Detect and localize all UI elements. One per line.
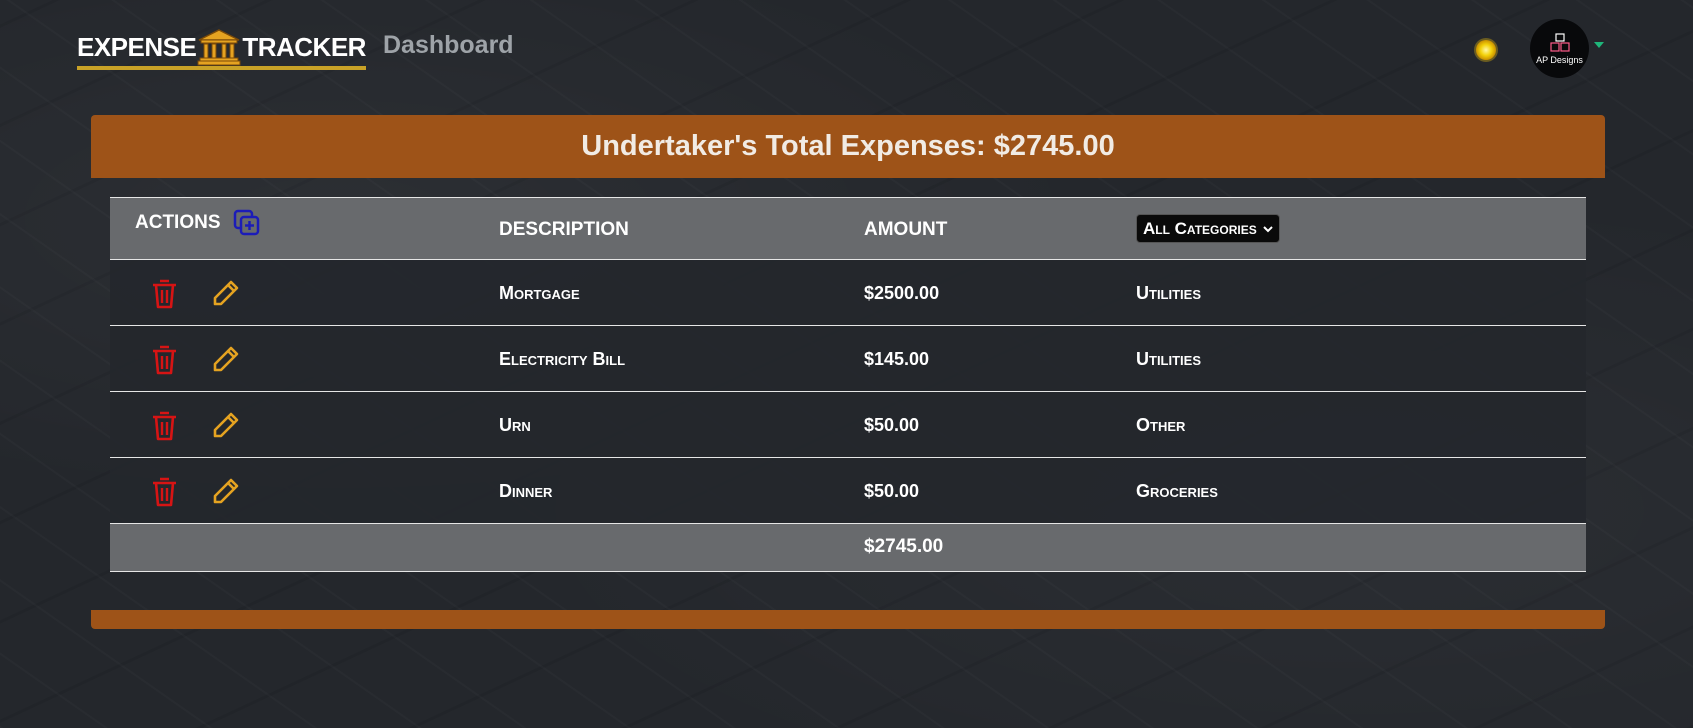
chevron-down-icon[interactable] <box>1594 42 1604 48</box>
logo[interactable]: EXPENSE TRACKER <box>77 28 366 70</box>
row-description: Electricity Bill <box>499 349 626 369</box>
row-category: Other <box>1136 415 1186 435</box>
avatar-label: AP Designs <box>1536 54 1583 65</box>
actions-header: ACTIONS <box>110 209 499 243</box>
table-footer-row: $2745.00 <box>110 523 1586 572</box>
table-row: Dinner $50.00 Groceries <box>110 457 1586 523</box>
row-amount: $50.00 <box>864 481 920 501</box>
category-filter-select[interactable]: All Categories <box>1136 214 1280 243</box>
row-description: Dinner <box>499 481 553 501</box>
trash-icon[interactable] <box>150 344 179 376</box>
add-icon[interactable] <box>233 209 261 237</box>
avatar[interactable]: AP Designs <box>1530 19 1589 78</box>
pencil-icon[interactable] <box>211 278 240 310</box>
amount-header: AMOUNT <box>864 218 948 240</box>
table-row: Electricity Bill $145.00 Utilities <box>110 325 1586 391</box>
pencil-icon[interactable] <box>211 344 240 376</box>
table-header-row: ACTIONS DESCRIPTION AMOUNT All Categorie… <box>110 197 1586 259</box>
bank-icon <box>197 29 241 66</box>
navbar: EXPENSE TRACKER Dashboard AP Designs <box>0 0 1693 98</box>
table-row: Urn $50.00 Other <box>110 391 1586 457</box>
footer-bar <box>91 610 1605 629</box>
row-amount: $145.00 <box>864 349 930 369</box>
row-amount: $2500.00 <box>864 283 940 303</box>
pencil-icon[interactable] <box>211 410 240 442</box>
footer-total: $2745.00 <box>864 536 944 557</box>
nav-dashboard-link[interactable]: Dashboard <box>383 31 514 60</box>
row-category: Utilities <box>1136 349 1201 369</box>
sun-icon[interactable] <box>1473 37 1499 63</box>
total-expenses-header: Undertaker's Total Expenses: $2745.00 <box>91 115 1605 178</box>
logo-text-left: EXPENSE <box>77 31 197 62</box>
chevron-down-icon <box>1263 225 1273 232</box>
row-description: Urn <box>499 415 531 435</box>
row-amount: $50.00 <box>864 415 920 435</box>
category-filter-value: All Categories <box>1143 218 1257 238</box>
total-expenses-title: Undertaker's Total Expenses: $2745.00 <box>581 130 1115 162</box>
row-description: Mortgage <box>499 283 580 303</box>
row-category: Groceries <box>1136 481 1218 501</box>
table-row: Mortgage $2500.00 Utilities <box>110 259 1586 325</box>
row-category: Utilities <box>1136 283 1201 303</box>
logo-text-right: TRACKER <box>242 31 366 62</box>
trash-icon[interactable] <box>150 410 179 442</box>
trash-icon[interactable] <box>150 278 179 310</box>
ap-logo-icon <box>1549 32 1570 52</box>
actions-header-label: ACTIONS <box>135 211 221 233</box>
pencil-icon[interactable] <box>211 476 240 508</box>
trash-icon[interactable] <box>150 476 179 508</box>
expenses-table: ACTIONS DESCRIPTION AMOUNT All Categorie… <box>110 197 1586 572</box>
description-header: DESCRIPTION <box>499 218 629 240</box>
